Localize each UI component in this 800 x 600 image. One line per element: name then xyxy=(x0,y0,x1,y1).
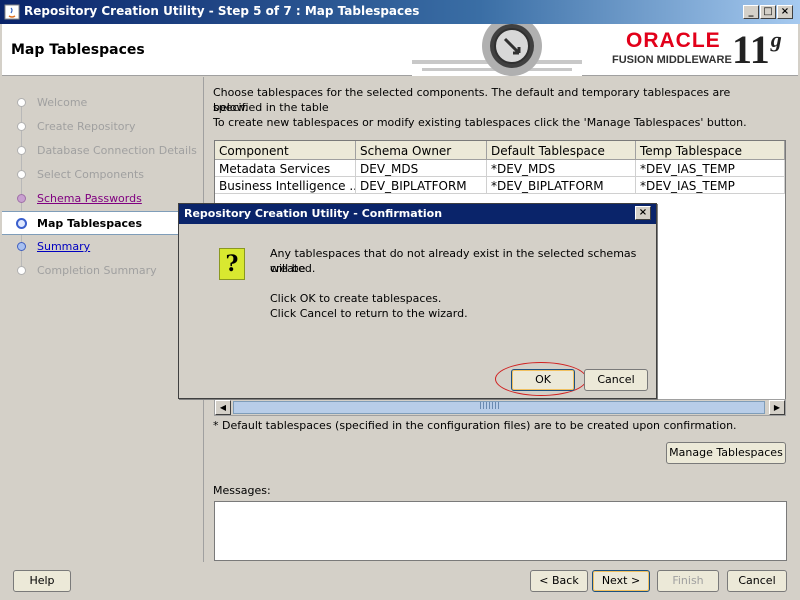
dialog-title: Repository Creation Utility - Confirmati… xyxy=(184,207,443,220)
column-header-temp-tablespace[interactable]: Temp Tablespace xyxy=(636,141,785,160)
table-cell[interactable]: *DEV_BIPLATFORM xyxy=(487,177,636,194)
messages-area[interactable] xyxy=(214,501,787,561)
column-header-schema-owner[interactable]: Schema Owner xyxy=(356,141,487,160)
column-header-default-tablespace[interactable]: Default Tablespace xyxy=(487,141,636,160)
current-step-icon xyxy=(16,218,27,229)
table-cell[interactable]: *DEV_IAS_TEMP xyxy=(636,160,785,177)
dialog-cancel-button[interactable]: Cancel xyxy=(584,369,648,391)
footnote-text: * Default tablespaces (specified in the … xyxy=(213,419,737,432)
header-banner: Map Tablespaces ORACLE FUSION MIDDLEWARE… xyxy=(2,24,798,76)
scroll-grip-icon xyxy=(480,402,500,409)
step-dot-icon xyxy=(17,266,26,275)
oracle-logo: ORACLE xyxy=(626,29,721,52)
page-title: Map Tablespaces xyxy=(11,42,145,58)
nav-step-label[interactable]: Schema Passwords xyxy=(37,192,142,205)
step-dot-icon xyxy=(17,146,26,155)
table-cell[interactable]: DEV_BIPLATFORM xyxy=(356,177,487,194)
nav-step-label[interactable]: Summary xyxy=(37,240,90,253)
dialog-message-line: Click OK to create tablespaces. xyxy=(270,292,442,305)
nav-step-completion-summary: Completion Summary xyxy=(2,259,204,283)
nav-step-welcome: Welcome xyxy=(2,91,204,115)
table-cell[interactable]: *DEV_MDS xyxy=(487,160,636,177)
nav-step-label: Select Components xyxy=(37,168,145,181)
nav-step-label: Create Repository xyxy=(37,120,136,133)
step-dot-icon xyxy=(17,122,26,131)
nav-step-label: Database Connection Details xyxy=(37,144,197,157)
question-icon: ? xyxy=(219,248,245,280)
table-cell[interactable]: *DEV_IAS_TEMP xyxy=(636,177,785,194)
step-dot-icon xyxy=(17,98,26,107)
scroll-right-icon[interactable]: ▶ xyxy=(769,400,785,415)
nav-step-schema-passwords[interactable]: Schema Passwords xyxy=(2,187,204,211)
nav-step-label: Map Tablespaces xyxy=(37,217,143,230)
table-cell[interactable]: Business Intelligence ... xyxy=(215,177,356,194)
maximize-button[interactable]: □ xyxy=(760,5,776,19)
scroll-left-icon[interactable]: ◀ xyxy=(215,400,231,415)
dialog-ok-button[interactable]: OK xyxy=(511,369,575,391)
messages-label: Messages: xyxy=(213,484,271,497)
dialog-close-button[interactable]: × xyxy=(635,206,651,220)
finish-button[interactable]: Finish xyxy=(657,570,719,592)
dialog-message-line: created. xyxy=(270,262,316,275)
nav-step-summary[interactable]: Summary xyxy=(2,235,204,259)
nav-step-label: Completion Summary xyxy=(37,264,157,277)
step-dot-icon xyxy=(17,194,26,203)
java-app-icon xyxy=(4,4,20,20)
wizard-steps-nav: Welcome Create Repository Database Conne… xyxy=(2,77,204,562)
help-button[interactable]: Help xyxy=(13,570,71,592)
version-11g-logo: 11g xyxy=(732,27,782,72)
table-cell[interactable]: Metadata Services xyxy=(215,160,356,177)
back-button[interactable]: < Back xyxy=(530,570,588,592)
table-cell[interactable]: DEV_MDS xyxy=(356,160,487,177)
manage-tablespaces-button[interactable]: Manage Tablespaces xyxy=(666,442,786,464)
nav-step-select-components: Select Components xyxy=(2,163,204,187)
dialog-message-line: Click Cancel to return to the wizard. xyxy=(270,307,468,320)
nav-step-database-connection: Database Connection Details xyxy=(2,139,204,163)
fusion-middleware-label: FUSION MIDDLEWARE xyxy=(612,54,732,66)
step-dot-icon xyxy=(17,242,26,251)
minimize-button[interactable]: _ xyxy=(743,5,759,19)
cancel-wizard-button[interactable]: Cancel xyxy=(727,570,787,592)
step-dot-icon xyxy=(17,170,26,179)
nav-step-map-tablespaces: Map Tablespaces xyxy=(2,211,204,235)
nav-step-label: Welcome xyxy=(37,96,88,109)
nav-step-create-repository: Create Repository xyxy=(2,115,204,139)
next-button[interactable]: Next > xyxy=(592,570,650,592)
close-button[interactable]: × xyxy=(777,5,793,19)
intro-text-line: below. xyxy=(213,101,249,114)
horizontal-scrollbar[interactable]: ◀ ▶ xyxy=(214,399,786,416)
gear-graphic-icon xyxy=(412,24,582,76)
window-title: Repository Creation Utility - Step 5 of … xyxy=(24,4,420,18)
intro-text-line: To create new tablespaces or modify exis… xyxy=(213,116,747,129)
confirmation-dialog: Repository Creation Utility - Confirmati… xyxy=(178,203,657,399)
dialog-title-bar[interactable]: Repository Creation Utility - Confirmati… xyxy=(179,204,656,224)
column-header-component[interactable]: Component xyxy=(215,141,356,160)
window-title-bar[interactable]: Repository Creation Utility - Step 5 of … xyxy=(0,0,800,24)
